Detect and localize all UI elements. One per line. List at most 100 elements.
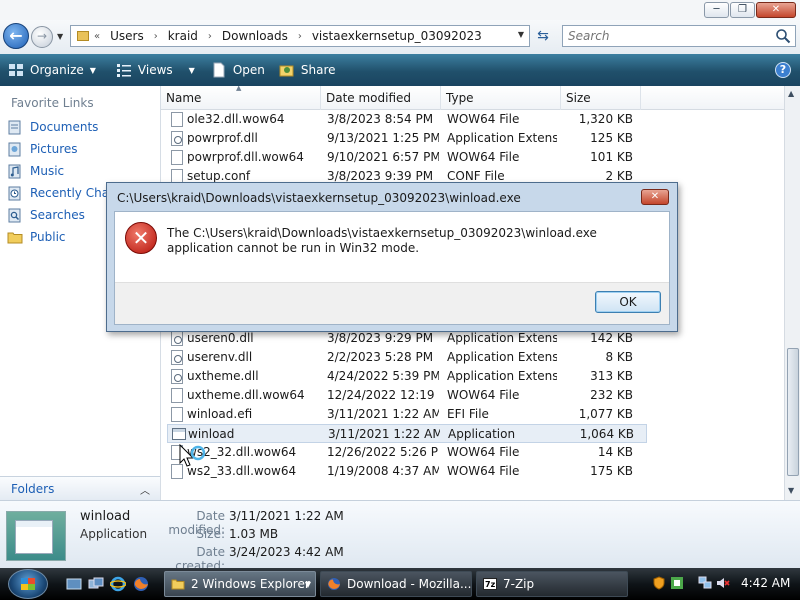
chevron-up-icon: ︿ [140, 486, 150, 497]
column-name-label: Name [166, 91, 202, 105]
close-button[interactable]: ✕ [756, 2, 796, 18]
chevron-right-icon[interactable]: › [154, 31, 158, 42]
file-size: 2 KB [605, 169, 633, 183]
sidebar-item-pictures[interactable]: Pictures [0, 138, 160, 160]
date-created-value: 3/24/2023 4:42 AM [229, 545, 344, 559]
help-icon[interactable]: ? [775, 62, 791, 78]
column-size[interactable]: Size [561, 86, 641, 110]
back-button[interactable]: ← [3, 23, 29, 49]
network-icon[interactable] [698, 576, 712, 590]
column-type[interactable]: Type [441, 86, 561, 110]
table-row[interactable]: ws2_32.dll.wow64 12/26/2022 5:26 PM WOW6… [167, 443, 647, 462]
file-type: Application [448, 427, 516, 441]
table-row[interactable]: powrprof.dll 9/13/2021 1:25 PM Applicati… [167, 129, 647, 148]
sidebar-item-documents[interactable]: Documents [0, 116, 160, 138]
security-shield-icon[interactable] [652, 576, 666, 590]
svg-text:7z: 7z [485, 580, 496, 589]
views-button[interactable]: Views ▼ [110, 57, 201, 83]
switch-windows-icon[interactable] [88, 576, 104, 592]
file-size: 1,064 KB [579, 427, 634, 441]
address-overflow[interactable]: « [94, 31, 100, 42]
search-box[interactable] [562, 25, 796, 47]
7zip-icon: 7z [483, 578, 497, 590]
share-button[interactable]: Share [273, 57, 342, 83]
mouse-cursor-busy-icon [179, 444, 206, 467]
forward-button[interactable]: → [31, 26, 53, 48]
dll-file-icon [171, 131, 183, 146]
taskbar-button-windows-explorer[interactable]: 2 Windows Explorer ▼ [164, 571, 316, 597]
taskbar-button-7zip[interactable]: 7z 7-Zip [476, 571, 628, 597]
sidebar-item-music[interactable]: Music [0, 160, 160, 182]
table-row[interactable]: userenv.dll 2/2/2023 5:28 PM Application… [167, 348, 647, 367]
file-date: 3/8/2023 8:54 PM [327, 112, 434, 126]
organize-button[interactable]: Organize ▼ [2, 57, 102, 83]
vertical-scrollbar[interactable]: ▲ ▼ [784, 86, 800, 500]
favorite-links-heading: Favorite Links [11, 96, 94, 110]
internet-explorer-icon[interactable] [110, 576, 126, 592]
details-file-type: Application [80, 527, 148, 541]
scroll-down-arrow[interactable]: ▼ [788, 486, 794, 495]
error-icon: ✕ [125, 222, 157, 254]
column-date-modified[interactable]: Date modified [321, 86, 441, 110]
open-button[interactable]: Open [205, 57, 271, 83]
file-type: WOW64 File [447, 150, 520, 164]
scroll-up-arrow[interactable]: ▲ [788, 89, 794, 98]
dialog-close-button[interactable]: ✕ [641, 189, 669, 205]
scroll-thumb[interactable] [787, 348, 799, 476]
maximize-button[interactable]: ❐ [730, 2, 755, 18]
show-desktop-icon[interactable] [66, 576, 82, 592]
file-type: Application Extens... [447, 369, 557, 383]
chevron-down-icon: ▼ [304, 580, 311, 589]
table-row[interactable]: ws2_33.dll.wow64 1/19/2008 4:37 AM WOW64… [167, 462, 647, 481]
address-segment-users[interactable]: Users [110, 29, 144, 43]
file-name: powrprof.dll.wow64 [187, 150, 304, 164]
dll-file-icon [171, 350, 183, 365]
chevron-right-icon[interactable]: › [298, 31, 302, 42]
address-segment-current-folder[interactable]: vistaexkernsetup_03092023 [312, 29, 482, 43]
file-type: EFI File [447, 407, 489, 421]
address-history-dropdown[interactable]: ▼ [518, 30, 524, 39]
size-value: 1.03 MB [229, 527, 279, 541]
table-row[interactable]: ole32.dll.wow64 3/8/2023 8:54 PM WOW64 F… [167, 110, 647, 129]
table-row[interactable]: uxtheme.dll.wow64 12/24/2022 12:19 ... W… [167, 386, 647, 405]
address-bar[interactable]: « Users › kraid › Downloads › vistaexker… [70, 25, 530, 47]
date-modified-value: 3/11/2021 1:22 AM [229, 509, 344, 523]
start-button[interactable] [8, 569, 48, 599]
file-date: 2/2/2023 5:28 PM [327, 350, 434, 364]
details-pane: winload Application Date modified: 3/11/… [0, 500, 800, 573]
file-icon [171, 112, 183, 127]
address-segment-kraid[interactable]: kraid [168, 29, 198, 43]
table-row[interactable]: powrprof.dll.wow64 9/10/2021 6:57 PM WOW… [167, 148, 647, 167]
minimize-button[interactable]: ─ [704, 2, 729, 18]
file-date: 3/8/2023 9:39 PM [327, 169, 434, 183]
refresh-button[interactable]: ⇆ [532, 27, 554, 47]
volume-muted-icon[interactable] [716, 576, 730, 590]
search-icon[interactable] [775, 28, 791, 44]
search-input[interactable] [563, 26, 763, 46]
recent-pages-dropdown[interactable]: ▼ [57, 32, 63, 41]
network-warning-icon[interactable] [670, 576, 684, 590]
folder-icon [77, 31, 89, 41]
address-segment-downloads[interactable]: Downloads [222, 29, 288, 43]
file-date: 3/11/2021 1:22 AM [328, 427, 440, 441]
chevron-right-icon[interactable]: › [208, 31, 212, 42]
taskbar: 2 Windows Explorer ▼ Download - Mozilla.… [0, 568, 800, 600]
views-label: Views [137, 63, 173, 77]
dialog-title: C:\Users\kraid\Downloads\vistaexkernsetu… [117, 191, 521, 205]
ok-button[interactable]: OK [595, 291, 661, 313]
sort-indicator-icon: ▲ [236, 86, 242, 92]
column-name[interactable]: ▲ Name [161, 86, 321, 110]
table-row[interactable]: winload.efi 3/11/2021 1:22 AM EFI File 1… [167, 405, 647, 424]
file-name: uxtheme.dll.wow64 [187, 388, 305, 402]
table-row[interactable]: uxtheme.dll 4/24/2022 5:39 PM Applicatio… [167, 367, 647, 386]
firefox-icon[interactable] [133, 576, 149, 592]
taskbar-button-firefox[interactable]: Download - Mozilla... [320, 571, 472, 597]
taskbar-clock[interactable]: 4:42 AM [741, 576, 790, 590]
file-icon [171, 388, 183, 403]
file-icon [171, 150, 183, 165]
file-size: 1,320 KB [578, 112, 633, 126]
table-row-selected[interactable]: winload 3/11/2021 1:22 AM Application 1,… [167, 424, 647, 443]
file-size: 8 KB [605, 350, 633, 364]
file-type: Application Extens... [447, 350, 557, 364]
folders-toggle[interactable]: Folders ︿ [0, 476, 160, 500]
